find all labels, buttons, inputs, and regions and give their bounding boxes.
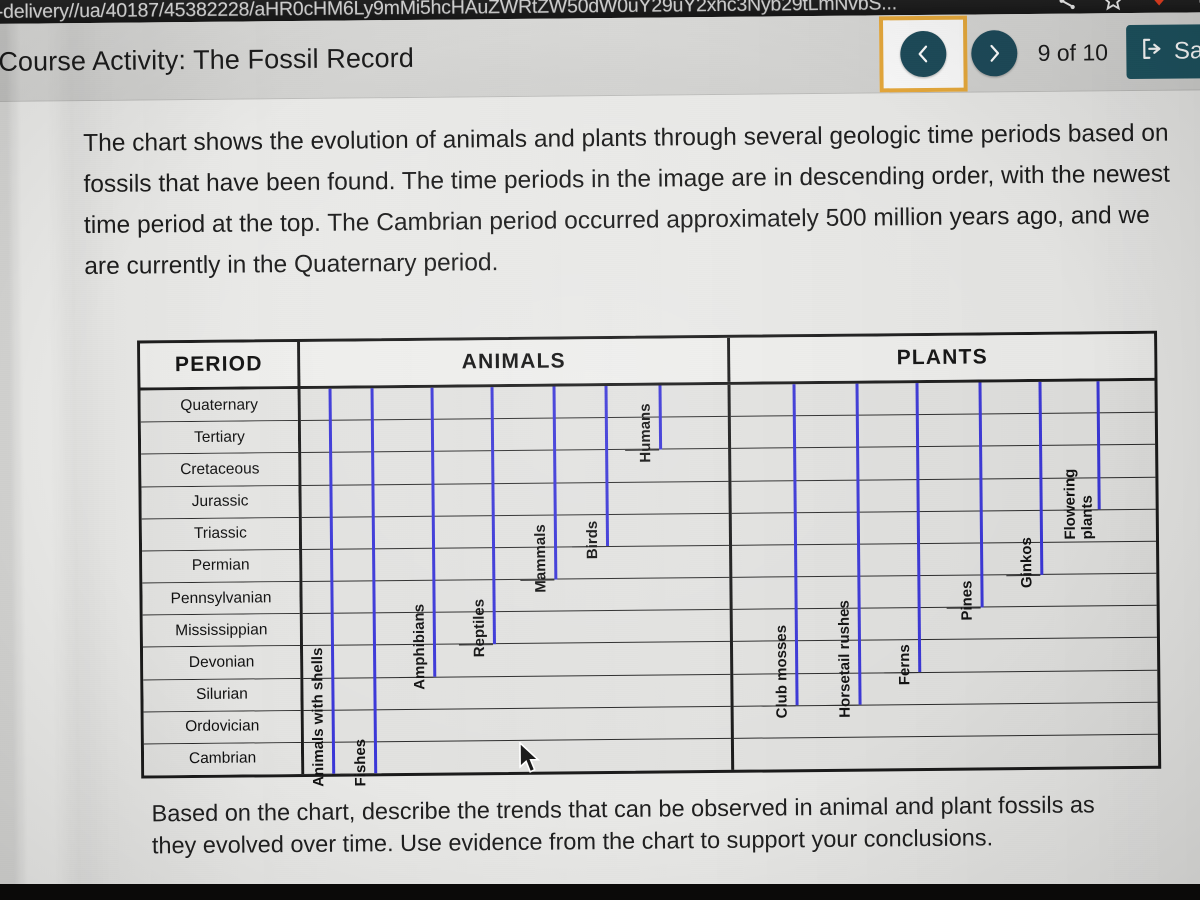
period-row: Triassic	[142, 518, 299, 552]
period-row: Cambrian	[144, 743, 301, 776]
period-column: QuaternaryTertiaryCretaceousJurassicTria…	[141, 389, 305, 776]
period-row: Mississippian	[143, 614, 300, 648]
period-row: Ordovician	[144, 711, 301, 745]
taxon-label: Flowering plants	[1061, 469, 1096, 540]
column-header-plants: PLANTS	[730, 334, 1154, 382]
range-line	[659, 386, 663, 450]
activity-page: Course Activity: The Fossil Record 9 of …	[0, 12, 1200, 900]
chevron-right-icon	[984, 42, 1006, 64]
grid-row	[301, 449, 728, 485]
plants-range-grid: Club mosses Horsetail rushes Ferns Pines Gin…	[730, 381, 1158, 770]
period-row: Silurian	[143, 679, 300, 713]
prev-page-button[interactable]	[900, 31, 946, 77]
page-counter: 9 of 10	[1037, 39, 1108, 67]
chart-body: QuaternaryTertiaryCretaceousJurassicTria…	[141, 381, 1159, 776]
period-row: Jurassic	[141, 486, 298, 520]
fossil-record-chart: PERIOD ANIMALS PLANTS QuaternaryTertiary…	[137, 331, 1161, 779]
activity-prompt: The chart shows the evolution of animals…	[83, 112, 1185, 287]
column-header-period: PERIOD	[140, 342, 300, 388]
taxon-label: Pines	[958, 580, 975, 620]
period-row: Pennsylvanian	[142, 582, 299, 616]
grid-row	[302, 546, 729, 582]
page-title: Course Activity: The Fossil Record	[0, 43, 414, 78]
period-row: Permian	[142, 550, 299, 584]
period-row: Cretaceous	[141, 453, 298, 487]
activity-header: Course Activity: The Fossil Record 9 of …	[0, 12, 1200, 102]
save-exit-icon	[1140, 36, 1164, 67]
taxon-label: Reptiles	[471, 598, 489, 657]
taxon-label: Humans	[637, 404, 655, 463]
bookmark-star-icon[interactable]	[1102, 0, 1124, 11]
taxon-label: Mammals	[532, 524, 550, 593]
save-button[interactable]: Sa	[1126, 24, 1200, 79]
grid-row	[302, 514, 729, 550]
taxon-label: Horsetail rushes	[836, 600, 854, 718]
taxon-label: Amphibians	[411, 604, 429, 690]
photographed-screen: e-delivery//ua/40187/45382228/aHR0cHM6Ly…	[0, 0, 1200, 900]
grid-row	[303, 642, 730, 678]
grid-row	[301, 417, 728, 453]
period-row: Quaternary	[141, 389, 298, 423]
grid-row	[301, 481, 728, 517]
grid-row	[304, 707, 731, 743]
animals-range-grid: Animals with shellsFishesAmphibiansRepti…	[301, 385, 735, 774]
next-page-button[interactable]	[971, 30, 1017, 76]
grid-row	[734, 735, 1158, 770]
period-row: Tertiary	[141, 421, 298, 455]
taxon-label: Birds	[584, 521, 601, 560]
navigation-cluster: 9 of 10 Sa	[879, 12, 1200, 93]
mouse-cursor	[518, 742, 544, 781]
period-row: Devonian	[143, 646, 300, 680]
grid-row	[303, 674, 730, 710]
activity-question: Based on the chart, describe the trends …	[151, 788, 1102, 861]
column-header-animals: ANIMALS	[300, 338, 730, 386]
chevron-left-icon	[913, 43, 935, 65]
screen-bezel-bottom	[0, 884, 1200, 900]
download-icon[interactable]	[1148, 0, 1170, 12]
taxon-label: Animals with shells	[309, 648, 327, 787]
grid-row	[302, 578, 729, 614]
taxon-label: Ginkos	[1018, 537, 1035, 588]
taxon-label: Fishes	[352, 739, 369, 787]
taxon-label: Club mosses	[773, 625, 791, 719]
save-button-label: Sa	[1174, 37, 1200, 65]
animals-gridlines	[301, 385, 732, 774]
prev-button-focus-ring	[879, 16, 968, 93]
grid-row	[301, 385, 728, 421]
extensions-puzzle-icon[interactable]	[1194, 0, 1200, 10]
taxon-label: Ferns	[896, 644, 913, 685]
grid-row	[303, 610, 730, 646]
share-icon[interactable]	[1056, 0, 1078, 12]
grid-row	[734, 702, 1158, 738]
